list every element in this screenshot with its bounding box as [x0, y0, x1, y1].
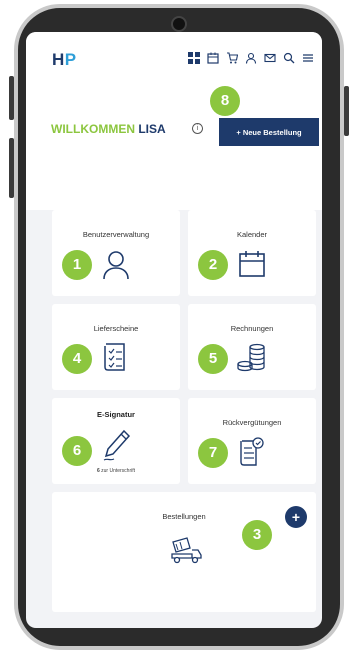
card-lieferscheine[interactable]: Lieferscheine 4	[52, 304, 180, 390]
cart-icon[interactable]	[226, 52, 239, 64]
card-title: Kalender	[236, 230, 268, 239]
app-screen: HP WILLKOMMEN LISA i + Neue Bestellung 8…	[26, 32, 322, 628]
signature-count-text: zur Unterschrift	[101, 468, 136, 474]
user-icon[interactable]	[245, 52, 257, 64]
card-kalender[interactable]: Kalender 2	[188, 210, 316, 296]
badge-8: 8	[210, 86, 240, 116]
badge-1: 1	[62, 250, 92, 280]
info-icon[interactable]: i	[192, 123, 203, 134]
card-rueckverguetungen[interactable]: Rückvergütungen 7	[188, 398, 316, 484]
badge-3: 3	[242, 520, 272, 550]
search-icon[interactable]	[283, 52, 295, 64]
logo[interactable]: HP	[52, 50, 77, 70]
new-order-button[interactable]: + Neue Bestellung	[219, 118, 319, 146]
phone-button-volume-up	[9, 76, 14, 120]
add-order-button[interactable]: +	[285, 506, 307, 528]
checklist-icon	[104, 343, 125, 371]
welcome-name: LISA	[138, 122, 166, 136]
welcome-section: WILLKOMMEN LISA i + Neue Bestellung 8	[26, 86, 322, 210]
top-navigation: HP	[26, 32, 322, 90]
card-benutzerverwaltung[interactable]: Benutzerverwaltung 1	[52, 210, 180, 296]
badge-6: 6	[62, 436, 92, 466]
camera	[171, 16, 187, 32]
card-title: Bestellungen	[162, 512, 206, 521]
welcome-prefix: WILLKOMMEN	[51, 122, 135, 136]
calendar-icon[interactable]	[207, 52, 219, 64]
concrete-mixer-icon	[171, 537, 202, 564]
card-title: Rechnungen	[230, 324, 274, 333]
card-title: Benutzerverwaltung	[82, 230, 150, 239]
phone-button-power	[344, 86, 349, 136]
grid-icon[interactable]	[188, 52, 200, 64]
card-title: Lieferscheine	[93, 324, 139, 333]
phone-button-volume-down	[9, 138, 14, 198]
pen-icon	[103, 429, 131, 461]
badge-2: 2	[198, 250, 228, 280]
card-bestellungen[interactable]: Bestellungen + 3	[52, 492, 316, 612]
badge-5: 5	[198, 344, 228, 374]
signature-count-number: 6	[96, 468, 100, 474]
card-e-signatur[interactable]: E-Signatur 6 zur Unterschrift 6	[52, 398, 180, 484]
badge-7: 7	[198, 438, 228, 468]
mail-icon[interactable]	[264, 52, 276, 64]
user-icon	[103, 251, 129, 280]
coins-icon	[237, 343, 265, 372]
welcome-heading: WILLKOMMEN LISA	[51, 122, 166, 136]
refund-document-icon	[240, 437, 264, 466]
calendar-icon	[239, 251, 265, 277]
card-title: E-Signatur	[97, 410, 135, 419]
signature-count: 6 zur Unterschrift	[52, 468, 180, 474]
badge-4: 4	[62, 344, 92, 374]
menu-icon[interactable]	[302, 52, 314, 64]
card-title: Rückvergütungen	[222, 418, 282, 427]
card-rechnungen[interactable]: Rechnungen 5	[188, 304, 316, 390]
logo-p: P	[64, 50, 77, 69]
logo-h: H	[52, 50, 65, 69]
